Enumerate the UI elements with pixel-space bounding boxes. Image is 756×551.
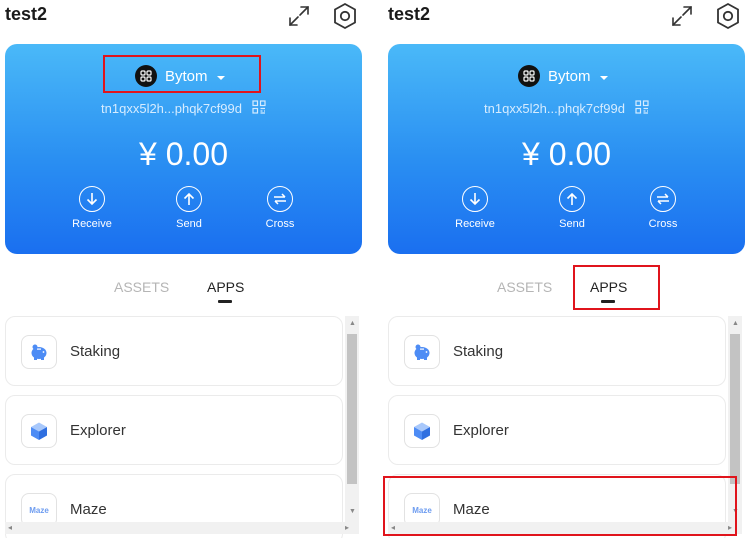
vertical-scrollbar[interactable]: ▲ ▼	[728, 316, 742, 522]
scroll-up-arrow-icon[interactable]: ▲	[732, 320, 739, 327]
app-label-maze: Maze	[70, 501, 107, 518]
send-label: Send	[176, 218, 202, 230]
app-item-staking[interactable]: Staking	[5, 316, 343, 386]
horizontal-scrollbar[interactable]: ◂ ▸	[5, 522, 359, 534]
maze-logo-text: Maze	[412, 505, 432, 515]
wallet-panel-left: test2 Bytom tn1qxx5l2h...phqk7cf99d ¥ 0.…	[0, 0, 362, 551]
cross-label: Cross	[648, 218, 678, 230]
scroll-left-arrow-icon[interactable]: ◂	[8, 523, 12, 532]
caret-down-icon	[216, 68, 226, 85]
cube-icon	[21, 414, 57, 448]
balance-amount: ¥ 0.00	[522, 136, 611, 172]
cross-button[interactable]: Cross	[633, 186, 693, 230]
scroll-up-arrow-icon[interactable]: ▲	[349, 320, 356, 327]
tab-assets[interactable]: ASSETS	[497, 279, 552, 295]
app-item-staking[interactable]: Staking	[388, 316, 726, 386]
receive-button[interactable]: Receive	[445, 186, 505, 230]
app-item-explorer[interactable]: Explorer	[5, 395, 343, 465]
arrow-down-circle-icon	[462, 186, 488, 212]
app-label-staking: Staking	[70, 343, 121, 360]
cross-label: Cross	[265, 218, 295, 230]
app-item-explorer[interactable]: Explorer	[388, 395, 726, 465]
transfer-circle-icon	[267, 186, 293, 212]
receive-button[interactable]: Receive	[62, 186, 122, 230]
apps-list: Staking Explorer Maze Maze	[5, 316, 343, 538]
send-button[interactable]: Send	[159, 186, 219, 230]
address-row: tn1qxx5l2h...phqk7cf99d	[388, 100, 745, 117]
arrow-up-circle-icon	[559, 186, 585, 212]
address-row: tn1qxx5l2h...phqk7cf99d	[5, 100, 362, 117]
chain-name: Bytom	[165, 67, 208, 85]
send-label: Send	[559, 218, 585, 230]
scrollbar-thumb[interactable]	[730, 334, 740, 484]
settings-icon[interactable]	[332, 2, 358, 30]
chain-name: Bytom	[548, 67, 591, 85]
receive-label: Receive	[455, 218, 495, 230]
wallet-address[interactable]: tn1qxx5l2h...phqk7cf99d	[101, 101, 242, 116]
wallet-name: test2	[5, 4, 48, 24]
balance-amount: ¥ 0.00	[139, 136, 228, 172]
piggy-bank-icon	[21, 335, 57, 369]
transfer-circle-icon	[650, 186, 676, 212]
tab-bar: ASSETS APPS	[383, 276, 745, 306]
vertical-scrollbar[interactable]: ▲ ▼	[345, 316, 359, 522]
cross-button[interactable]: Cross	[250, 186, 310, 230]
scroll-down-arrow-icon[interactable]: ▼	[349, 508, 356, 515]
tab-assets[interactable]: ASSETS	[114, 279, 169, 295]
caret-down-icon	[599, 68, 609, 85]
send-button[interactable]: Send	[542, 186, 602, 230]
settings-icon[interactable]	[715, 2, 741, 30]
app-label-staking: Staking	[453, 343, 504, 360]
top-bar: test2	[0, 0, 362, 32]
tab-apps[interactable]: APPS	[207, 279, 244, 295]
app-label-explorer: Explorer	[70, 422, 126, 439]
top-bar: test2	[383, 0, 745, 32]
wallet-panel-right: test2 Bytom tn1qxx5l2h...phqk7cf99d ¥ 0.…	[383, 0, 745, 551]
apps-list: Staking Explorer Maze Maze	[388, 316, 726, 538]
qr-code-icon[interactable]	[252, 100, 266, 117]
balance-card: Bytom tn1qxx5l2h...phqk7cf99d ¥ 0.00 Rec…	[5, 44, 362, 254]
tab-apps[interactable]: APPS	[590, 279, 627, 295]
bytom-logo-icon	[518, 65, 540, 87]
chain-selector[interactable]: Bytom	[135, 64, 226, 88]
arrow-down-circle-icon	[79, 186, 105, 212]
wallet-name: test2	[388, 4, 431, 24]
chain-selector[interactable]: Bytom	[518, 64, 609, 88]
scroll-down-arrow-icon[interactable]: ▼	[732, 508, 739, 515]
receive-label: Receive	[72, 218, 112, 230]
active-tab-indicator	[601, 300, 615, 303]
wallet-address[interactable]: tn1qxx5l2h...phqk7cf99d	[484, 101, 625, 116]
expand-icon[interactable]	[286, 3, 312, 29]
scroll-right-arrow-icon[interactable]: ▸	[345, 523, 349, 532]
cube-icon	[404, 414, 440, 448]
app-label-maze: Maze	[453, 501, 490, 518]
qr-code-icon[interactable]	[635, 100, 649, 117]
horizontal-scrollbar[interactable]: ◂ ▸	[388, 522, 742, 534]
expand-icon[interactable]	[669, 3, 695, 29]
bytom-logo-icon	[135, 65, 157, 87]
scrollbar-thumb[interactable]	[347, 334, 357, 484]
app-label-explorer: Explorer	[453, 422, 509, 439]
maze-logo-text: Maze	[29, 505, 49, 515]
piggy-bank-icon	[404, 335, 440, 369]
balance-card: Bytom tn1qxx5l2h...phqk7cf99d ¥ 0.00 Rec…	[388, 44, 745, 254]
active-tab-indicator	[218, 300, 232, 303]
arrow-up-circle-icon	[176, 186, 202, 212]
scroll-left-arrow-icon[interactable]: ◂	[391, 523, 395, 532]
tab-bar: ASSETS APPS	[0, 276, 362, 306]
scroll-right-arrow-icon[interactable]: ▸	[728, 523, 732, 532]
